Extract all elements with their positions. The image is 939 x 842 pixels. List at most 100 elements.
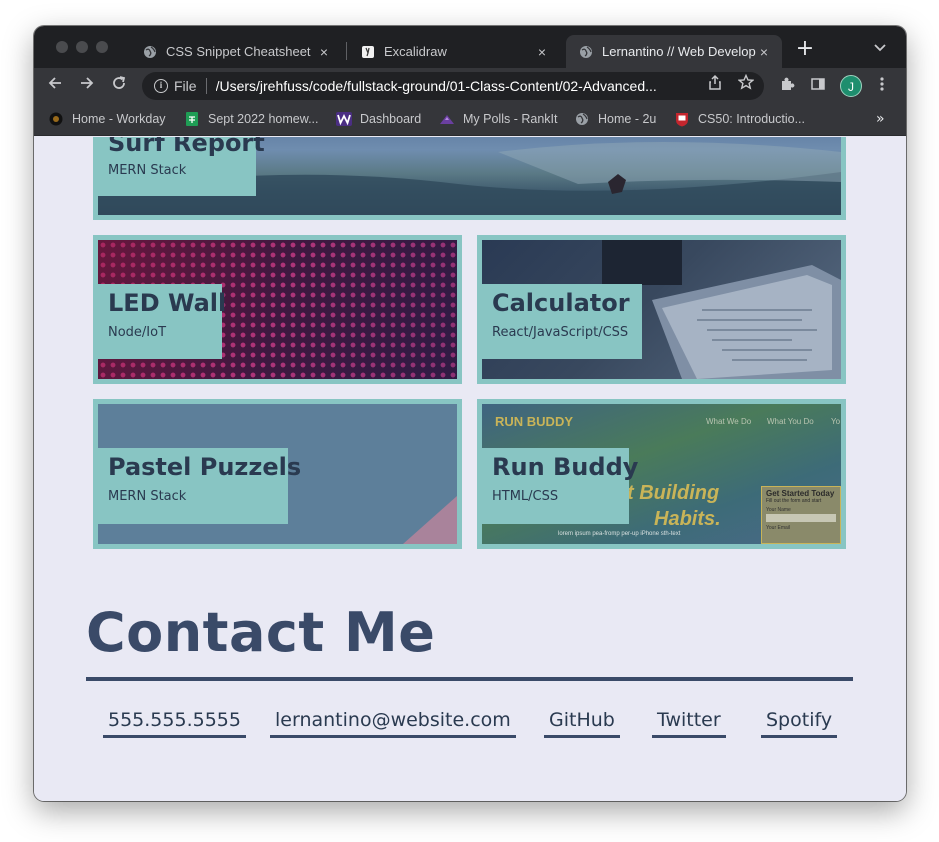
run-buddy-image: RUN BUDDY What We Do What You Do Yo t Bu… — [482, 404, 841, 544]
back-arrow-icon[interactable] — [44, 75, 66, 97]
sheets-icon — [184, 111, 200, 127]
bookmark-dashboard[interactable]: Dashboard — [336, 111, 421, 127]
bookmark-label: My Polls - RankIt — [463, 112, 558, 126]
tab-search-icon[interactable] — [874, 40, 886, 56]
project-label: Surf Report MERN Stack — [98, 137, 265, 196]
close-window-button[interactable] — [56, 41, 68, 53]
close-tab-icon[interactable]: × — [534, 44, 550, 60]
project-subtitle: React/JavaScript/CSS — [492, 325, 629, 340]
rankit-icon — [439, 111, 455, 127]
bookmark-star-icon[interactable] — [737, 73, 755, 94]
reload-icon[interactable] — [108, 75, 130, 97]
bookmark-label: Sept 2022 homew... — [208, 112, 319, 126]
project-subtitle: Node/IoT — [108, 325, 167, 340]
bookmark-home-workday[interactable]: Home - Workday — [48, 111, 166, 127]
tab-strip: CSS Snippet Cheatsheet × Excalidraw × Le… — [34, 26, 906, 68]
run-buddy-form-title: Get Started Today — [766, 489, 835, 498]
tab-lernantino[interactable]: Lernantino // Web Develope × — [566, 35, 782, 68]
run-buddy-field-label: Your Email — [766, 525, 790, 531]
bookmark-cs50[interactable]: CS50: Introductio... — [674, 111, 805, 127]
project-card-pastel-puzzels[interactable]: Pastel Puzzels MERN Stack — [93, 399, 462, 549]
run-buddy-nav-item: Yo — [831, 417, 841, 426]
project-subtitle: MERN Stack — [108, 163, 187, 178]
new-tab-button[interactable]: + — [794, 38, 816, 61]
workday-icon — [48, 111, 64, 127]
harvard-icon — [674, 111, 690, 127]
minimize-window-button[interactable] — [76, 41, 88, 53]
run-buddy-field-box — [766, 514, 836, 522]
bookmarks-bar: Home - Workday Sept 2022 homew... Dashbo… — [34, 104, 906, 136]
project-card-surf-report[interactable]: Surf Report MERN Stack — [93, 137, 846, 220]
run-buddy-caption: lorem ipsum pea-fromp per-up iPhone sth-… — [558, 531, 681, 537]
bookmark-label: Dashboard — [360, 112, 422, 126]
project-title: LED Wall — [108, 289, 227, 317]
extensions-puzzle-icon[interactable] — [779, 76, 795, 96]
globe-icon — [574, 111, 590, 127]
project-card-calculator[interactable]: Calculator React/JavaScript/CSS — [477, 235, 846, 384]
close-tab-icon[interactable]: × — [756, 44, 772, 60]
run-buddy-field-label: Your Name — [766, 507, 791, 513]
project-title: Surf Report — [108, 137, 265, 157]
tab-label: CSS Snippet Cheatsheet — [166, 44, 311, 59]
browser-window: CSS Snippet Cheatsheet × Excalidraw × Le… — [34, 26, 906, 801]
project-title: Run Buddy — [492, 453, 639, 481]
tab-excalidraw[interactable]: Excalidraw × — [348, 35, 560, 68]
project-title: Calculator — [492, 289, 630, 317]
project-label: Calculator React/JavaScript/CSS — [482, 284, 642, 359]
run-buddy-logo: RUN BUDDY — [495, 414, 573, 429]
project-subtitle: MERN Stack — [108, 489, 187, 504]
contact-link-twitter[interactable]: Twitter — [652, 707, 726, 738]
bookmark-label: CS50: Introductio... — [698, 112, 806, 126]
address-url[interactable]: /Users/jrehfuss/code/fullstack-ground/01… — [216, 78, 686, 94]
contact-heading: Contact Me — [86, 601, 436, 664]
contact-link-email[interactable]: lernantino@website.com — [270, 707, 516, 738]
browser-toolbar: i File /Users/jrehfuss/code/fullstack-gr… — [34, 68, 906, 104]
run-buddy-form: Get Started Today Fill out the form and … — [761, 486, 841, 544]
bookmark-my-polls[interactable]: My Polls - RankIt — [439, 111, 557, 127]
share-icon[interactable] — [708, 74, 722, 94]
run-buddy-nav-item: What We Do — [706, 417, 752, 426]
tab-label: Excalidraw — [384, 44, 447, 59]
close-tab-icon[interactable]: × — [316, 44, 332, 60]
project-subtitle: HTML/CSS — [492, 489, 559, 504]
bookmark-home-2u[interactable]: Home - 2u — [574, 111, 656, 127]
globe-icon — [142, 44, 158, 60]
side-panel-icon[interactable] — [810, 76, 826, 96]
tab-separator — [346, 42, 347, 60]
excalidraw-icon — [360, 44, 376, 60]
contact-link-spotify[interactable]: Spotify — [761, 707, 838, 738]
site-info-icon[interactable]: i — [154, 79, 168, 93]
globe-icon — [578, 44, 594, 60]
profile-avatar[interactable]: J — [840, 75, 862, 97]
w-icon — [336, 111, 352, 127]
project-title: Pastel Puzzels — [108, 453, 302, 481]
project-label: Pastel Puzzels MERN Stack — [98, 448, 302, 524]
tab-label: Lernantino // Web Develope — [602, 44, 756, 59]
kebab-menu-icon[interactable] — [880, 76, 884, 96]
project-label: LED Wall Node/IoT — [98, 284, 227, 359]
pastel-puzzels-image: Pastel Puzzels MERN Stack — [98, 404, 457, 544]
run-buddy-hero-line: t Building — [627, 482, 720, 504]
bookmark-label: Home - 2u — [598, 112, 657, 126]
more-bookmarks-icon[interactable]: » — [876, 111, 885, 127]
led-wall-image: LED Wall Node/IoT — [98, 240, 457, 379]
bookmark-sept-2022[interactable]: Sept 2022 homew... — [184, 111, 319, 127]
project-label: Run Buddy HTML/CSS — [482, 448, 639, 524]
surf-report-image: Surf Report MERN Stack — [98, 137, 841, 215]
project-card-led-wall[interactable]: LED Wall Node/IoT — [93, 235, 462, 384]
bookmark-label: Home - Workday — [72, 112, 166, 126]
calculator-image: Calculator React/JavaScript/CSS — [482, 240, 841, 379]
contact-link-phone[interactable]: 555.555.5555 — [103, 707, 246, 738]
run-buddy-nav-item: What You Do — [767, 417, 814, 426]
run-buddy-hero-line: Habits. — [654, 508, 721, 530]
forward-arrow-icon[interactable] — [76, 75, 98, 97]
address-scheme: File — [174, 78, 197, 94]
zoom-window-button[interactable] — [96, 41, 108, 53]
run-buddy-form-subtitle: Fill out the form and start — [766, 498, 822, 504]
contact-link-github[interactable]: GitHub — [544, 707, 620, 738]
contact-divider — [86, 677, 853, 681]
tab-css-snippet-cheatsheet[interactable]: CSS Snippet Cheatsheet × — [130, 35, 342, 68]
page-content: Surf Report MERN Stack LED Wall Node/IoT — [34, 137, 906, 801]
address-bar[interactable]: i File /Users/jrehfuss/code/fullstack-gr… — [142, 72, 764, 100]
project-card-run-buddy[interactable]: RUN BUDDY What We Do What You Do Yo t Bu… — [477, 399, 846, 549]
